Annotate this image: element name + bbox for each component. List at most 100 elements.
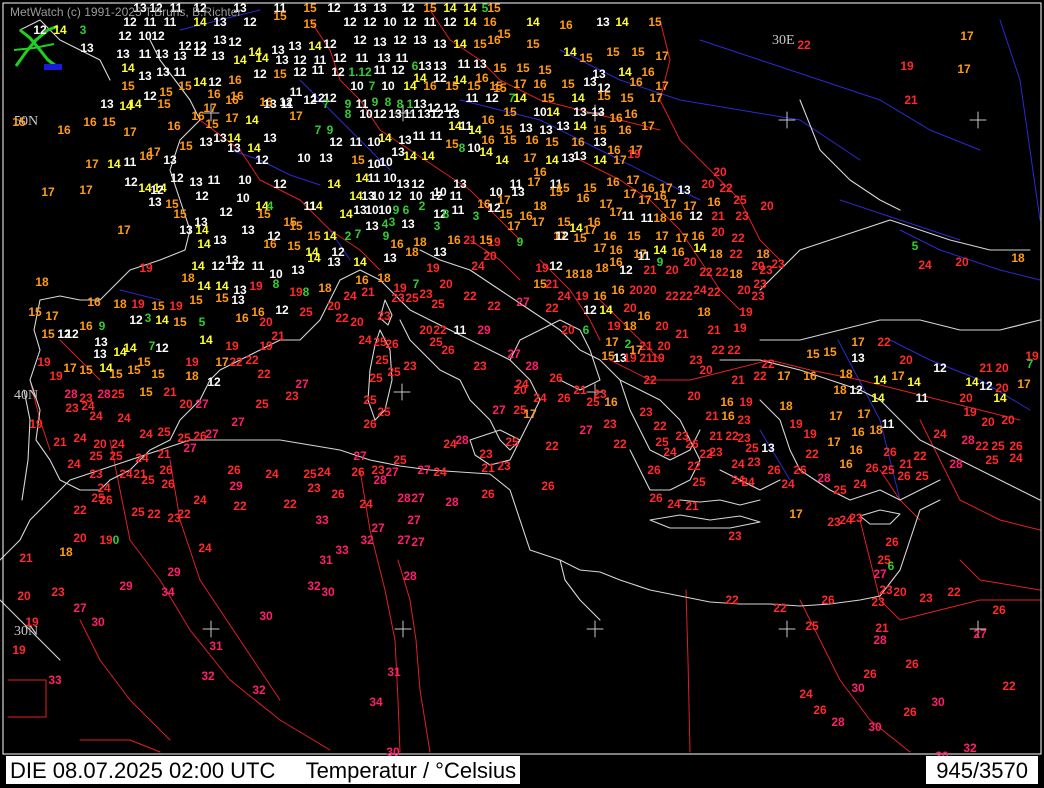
station-temperature: 17 xyxy=(215,355,229,369)
station-temperature: 23 xyxy=(871,595,885,609)
station-temperature: 11 xyxy=(882,417,895,431)
station-temperature: 25 xyxy=(586,395,600,409)
station-temperature: 14 xyxy=(563,45,577,59)
station-temperature: 16 xyxy=(483,15,497,29)
station-temperature: 14 xyxy=(245,113,259,127)
station-temperature: 23 xyxy=(879,583,893,597)
station-temperature: 19 xyxy=(259,339,273,353)
station-temperature: 27 xyxy=(183,441,197,455)
status-date: DIE 08.07.2025 02:00 UTC xyxy=(10,758,276,783)
station-temperature: 20 xyxy=(17,589,31,603)
station-temperature: 13 xyxy=(373,35,387,49)
station-temperature: 15 xyxy=(139,385,153,399)
station-temperature: 16 xyxy=(533,77,547,91)
station-temperature: 14 xyxy=(993,391,1007,405)
station-temperature: 21 xyxy=(705,409,719,423)
station-temperature: 12 xyxy=(129,313,143,327)
station-temperature: 11 xyxy=(450,189,463,203)
station-temperature: 18 xyxy=(1011,251,1025,265)
station-temperature: 13 xyxy=(179,223,193,237)
station-temperature: 16 xyxy=(606,175,620,189)
station-temperature: 19 xyxy=(225,339,239,353)
station-temperature: 17 xyxy=(857,407,871,421)
station-temperature: 24 xyxy=(781,477,795,491)
weather-map: 50N 40N 30N 30E 13 12 11 12 13 11 15 12 13 13 12 15… xyxy=(0,0,1044,788)
station-temperature: 11 xyxy=(916,391,929,405)
station-temperature: 17 xyxy=(203,101,217,115)
station-temperature: 13 xyxy=(353,1,367,15)
station-temperature: 16 xyxy=(637,309,651,323)
station-temperature: 24 xyxy=(667,497,681,511)
station-temperature: 20 xyxy=(687,389,701,403)
station-temperature: 24 xyxy=(343,289,357,303)
station-temperature: 25 xyxy=(881,463,895,477)
station-temperature: 13 xyxy=(319,151,333,165)
station-temperature: 12 xyxy=(195,189,209,203)
station-temperature: 28 xyxy=(403,569,417,583)
station-temperature: 22 xyxy=(699,447,713,461)
station-temperature: 26 xyxy=(351,465,365,479)
station-temperature: 20 xyxy=(623,301,637,315)
station-temperature: 22 xyxy=(687,459,701,473)
station-temperature: 13 xyxy=(473,57,487,71)
station-temperature: 21 xyxy=(157,447,171,461)
station-temperature: 15 xyxy=(631,45,645,59)
station-temperature: 22 xyxy=(653,419,667,433)
station-temperature: 17 xyxy=(613,153,627,167)
station-temperature: 14 xyxy=(339,207,353,221)
station-temperature: 25 xyxy=(991,439,1005,453)
station-temperature: 17 xyxy=(523,151,537,165)
station-temperature: 18 xyxy=(533,199,547,213)
station-temperature: 27 xyxy=(873,567,887,581)
station-temperature: 17 xyxy=(960,29,974,43)
station-temperature: 32 xyxy=(360,533,374,547)
station-temperature: 22 xyxy=(679,289,693,303)
station-temperature: 7 xyxy=(1027,357,1034,371)
station-temperature: 14 xyxy=(403,149,417,163)
station-temperature: 32 xyxy=(963,741,977,755)
station-temperature: 14 xyxy=(571,91,585,105)
station-temperature: 24 xyxy=(799,687,813,701)
station-temperature: 22 xyxy=(463,289,477,303)
station-temperature: 6 xyxy=(403,203,410,217)
station-temperature: 13 xyxy=(93,347,107,361)
station-temperature: 28 xyxy=(961,433,975,447)
station-temperature: 12 xyxy=(143,89,157,103)
station-temperature: 22 xyxy=(545,301,559,315)
station-temperature: 15 xyxy=(205,117,219,131)
station-temperature: 13 xyxy=(413,33,427,47)
station-temperature: 24 xyxy=(933,427,947,441)
station-temperature: 14 xyxy=(546,105,560,119)
station-temperature: 13 xyxy=(327,255,341,269)
station-temperature: 18 xyxy=(729,267,743,281)
station-temperature: 13 xyxy=(291,263,305,277)
station-temperature: 14 xyxy=(545,153,559,167)
station-temperature: 7 xyxy=(315,123,322,137)
station-temperature: 14 xyxy=(155,313,169,327)
station-temperature: 28 xyxy=(817,471,831,485)
station-temperature: 19 xyxy=(12,643,26,657)
station-temperature: 12 xyxy=(253,67,267,81)
status-counter: 945/3570 xyxy=(926,756,1038,784)
station-temperature: 28 xyxy=(397,491,411,505)
station-temperature: 16 xyxy=(629,75,643,89)
station-temperature: 15 xyxy=(545,135,559,149)
station-temperature: 23 xyxy=(728,529,742,543)
station-temperature: 13 xyxy=(100,97,114,111)
station-temperature: 12 xyxy=(303,93,317,107)
station-temperature: 11 xyxy=(304,199,317,213)
station-temperature: 18 xyxy=(113,297,127,311)
station-temperature: 24 xyxy=(853,477,867,491)
station-temperature: 15 xyxy=(257,207,271,221)
station-temperature: 14 xyxy=(453,37,467,51)
station-temperature: 15 xyxy=(273,67,287,81)
station-temperature: 13 xyxy=(213,33,227,47)
station-temperature: 10 xyxy=(350,79,364,93)
station-temperature: 9 xyxy=(383,229,390,243)
station-temperature: 25 xyxy=(915,469,929,483)
station-temperature: 14 xyxy=(593,153,607,167)
station-temperature: 22 xyxy=(707,285,721,299)
station-temperature: 31 xyxy=(209,639,223,653)
station-temperature: 13 xyxy=(573,149,587,163)
station-temperature: 20 xyxy=(893,585,907,599)
